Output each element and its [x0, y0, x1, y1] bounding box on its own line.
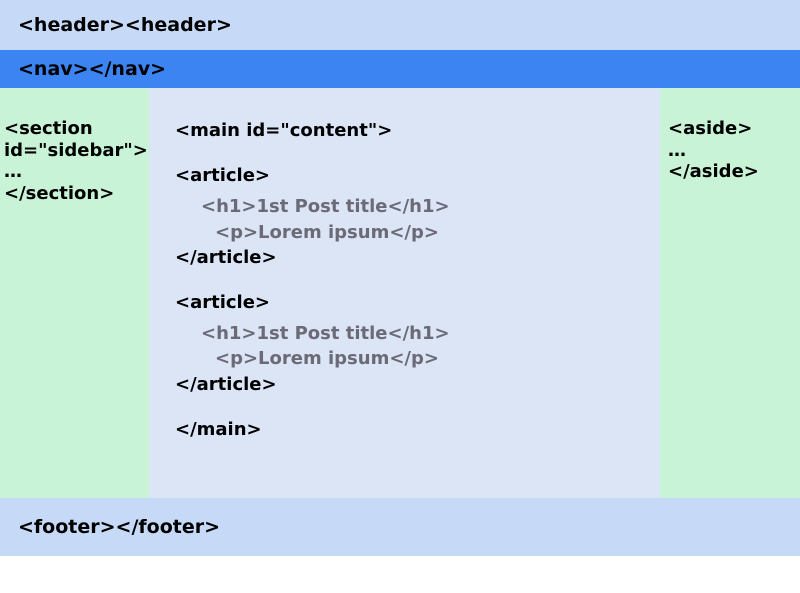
footer-region: <footer></footer>: [0, 498, 800, 556]
aside-dots: …: [668, 140, 796, 162]
sidebar-close-tag: </section>: [4, 183, 145, 205]
nav-text: <nav></nav>: [18, 58, 166, 80]
header-text: <header><header>: [18, 14, 232, 36]
article-1-open: <article>: [175, 163, 642, 188]
main-close-tag: </main>: [175, 417, 642, 442]
article-2-h1: <h1>1st Post title</h1>: [175, 321, 642, 346]
article-1-p: <p>Lorem ipsum</p>: [175, 220, 642, 245]
article-1-h1: <h1>1st Post title</h1>: [175, 194, 642, 219]
main-region: <main id="content"> <article> <h1>1st Po…: [149, 88, 660, 498]
article-2-close: </article>: [175, 372, 642, 397]
sidebar-region: <section id="sidebar"> … </section>: [0, 88, 149, 498]
header-region: <header><header>: [0, 0, 800, 50]
sidebar-open-tag: <section id="sidebar">: [4, 118, 145, 161]
aside-open-tag: <aside>: [668, 118, 796, 140]
middle-row: <section id="sidebar"> … </section> <mai…: [0, 88, 800, 498]
nav-region: <nav></nav>: [0, 50, 800, 88]
article-1-close: </article>: [175, 245, 642, 270]
footer-text: <footer></footer>: [18, 516, 220, 538]
article-2-open: <article>: [175, 290, 642, 315]
sidebar-dots: …: [4, 161, 145, 183]
main-open-tag: <main id="content">: [175, 118, 642, 143]
article-2-p: <p>Lorem ipsum</p>: [175, 346, 642, 371]
aside-region: <aside> … </aside>: [660, 88, 800, 498]
aside-close-tag: </aside>: [668, 161, 796, 183]
